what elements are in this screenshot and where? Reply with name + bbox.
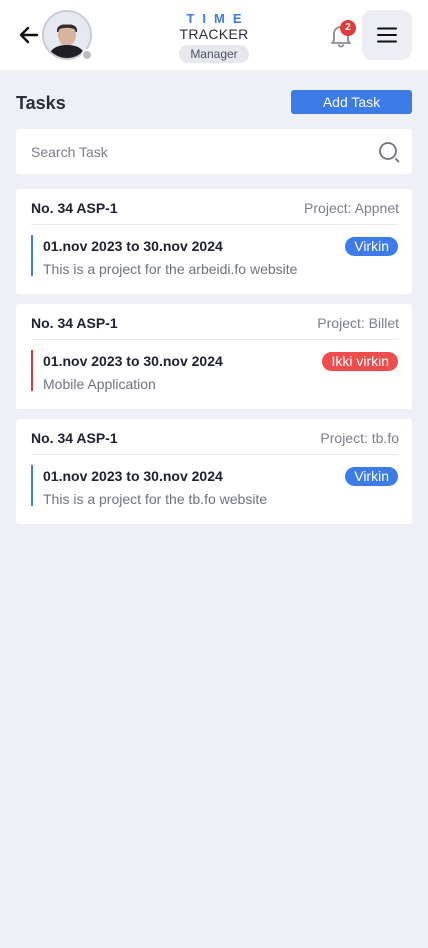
task-description: This is a project for the tb.fo website <box>43 491 268 507</box>
arrow-left-icon <box>19 26 39 44</box>
notification-count-badge: 2 <box>340 20 356 36</box>
task-card[interactable]: No. 34 ASP-1 Project: Billet 01.nov 2023… <box>16 304 412 409</box>
app-header: TIME TRACKER Manager 2 <box>0 0 428 70</box>
task-card-header: No. 34 ASP-1 Project: Billet <box>31 304 399 340</box>
app-logo: TIME TRACKER Manager <box>170 12 258 63</box>
logo-time-text: TIME <box>186 11 250 26</box>
search-icon[interactable] <box>377 140 401 164</box>
menu-icon <box>377 27 397 43</box>
task-project: Project: tb.fo <box>320 430 399 446</box>
task-card-body: 01.nov 2023 to 30.nov 2024 Mobile Applic… <box>31 350 398 392</box>
task-card-header: No. 34 ASP-1 Project: tb.fo <box>31 419 399 455</box>
search-bar <box>16 129 412 174</box>
task-card[interactable]: No. 34 ASP-1 Project: tb.fo 01.nov 2023 … <box>16 419 412 524</box>
task-dates: 01.nov 2023 to 30.nov 2024 <box>43 238 223 254</box>
task-description: Mobile Application <box>43 376 156 392</box>
task-card-body: 01.nov 2023 to 30.nov 2024 This is a pro… <box>31 465 398 507</box>
task-project: Project: Billet <box>317 315 399 331</box>
back-button[interactable] <box>16 22 42 48</box>
logo-tracker-text: TRACKER <box>179 26 249 42</box>
task-card-body: 01.nov 2023 to 30.nov 2024 This is a pro… <box>31 235 398 277</box>
page-title: Tasks <box>16 93 66 113</box>
task-number: No. 34 ASP-1 <box>31 430 118 446</box>
status-badge: Virkin <box>345 237 398 256</box>
presence-status-dot <box>81 49 93 61</box>
search-input[interactable] <box>16 129 366 174</box>
menu-button[interactable] <box>362 10 412 60</box>
status-badge: Ikki virkin <box>322 352 398 371</box>
task-dates: 01.nov 2023 to 30.nov 2024 <box>43 353 223 369</box>
task-dates: 01.nov 2023 to 30.nov 2024 <box>43 468 223 484</box>
task-number: No. 34 ASP-1 <box>31 200 118 216</box>
task-card[interactable]: No. 34 ASP-1 Project: Appnet 01.nov 2023… <box>16 189 412 294</box>
task-project: Project: Appnet <box>304 200 399 216</box>
status-badge: Virkin <box>345 467 398 486</box>
task-number: No. 34 ASP-1 <box>31 315 118 331</box>
role-badge: Manager <box>179 45 249 63</box>
task-card-header: No. 34 ASP-1 Project: Appnet <box>31 189 399 225</box>
add-task-button[interactable]: Add Task <box>291 90 412 114</box>
task-description: This is a project for the arbeidi.fo web… <box>43 261 298 277</box>
